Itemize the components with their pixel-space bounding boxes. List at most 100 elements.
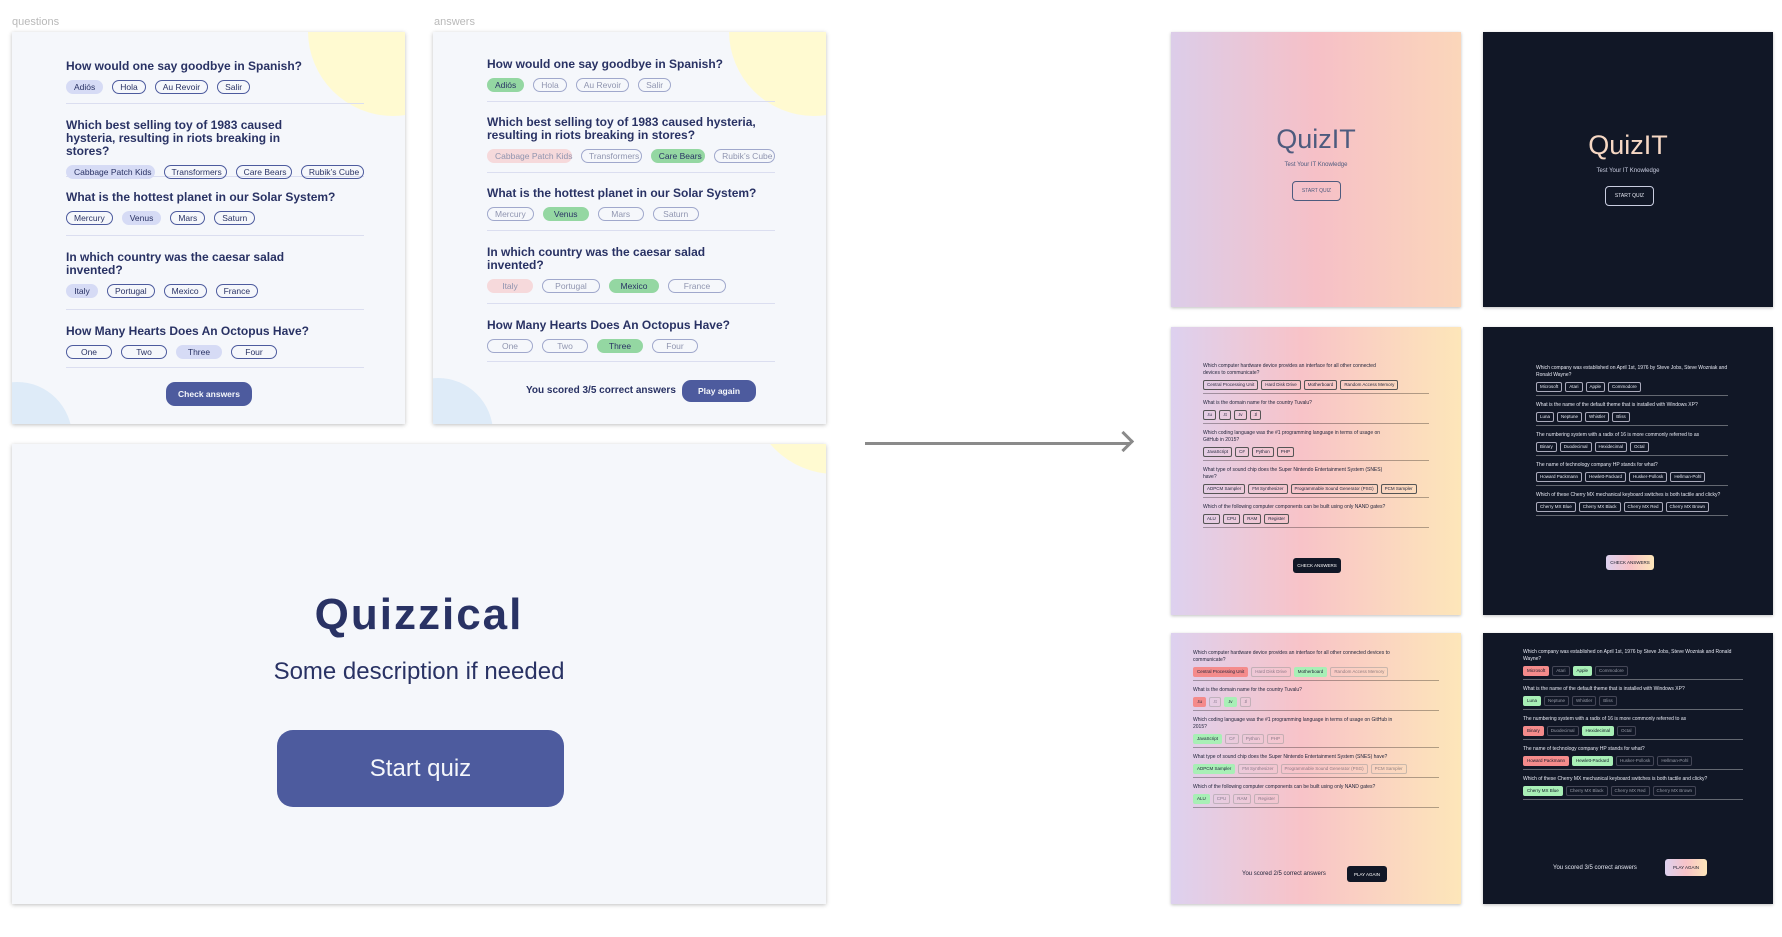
answer-option[interactable]: Husker-Pollosk: [1629, 472, 1668, 482]
answer-option: Duodecimal: [1546, 726, 1579, 736]
answer-option[interactable]: PCM Sampler: [1380, 484, 1417, 494]
answer-option[interactable]: Duodecimal: [1559, 442, 1592, 452]
answer-option[interactable]: Register: [1264, 514, 1290, 524]
answer-option[interactable]: .tl: [1249, 410, 1262, 420]
question-text: How Many Hearts Does An Octopus Have?: [487, 318, 730, 332]
question-item: Which of the following computer componen…: [1193, 784, 1439, 808]
play-again-button[interactable]: PLAY AGAIN: [1347, 866, 1387, 882]
answer-list: Which computer hardware device provides …: [1193, 650, 1439, 814]
answer-option[interactable]: .tv: [1233, 410, 1247, 420]
quizit-title: QuizIT: [1588, 130, 1668, 160]
play-again-button[interactable]: PLAY AGAIN: [1665, 859, 1707, 876]
answer-option-wrong: .tu: [1193, 697, 1207, 707]
answer-option[interactable]: Two: [121, 345, 167, 359]
answer-option[interactable]: Binary: [1536, 442, 1557, 452]
answer-option[interactable]: JavaScript: [1203, 447, 1233, 457]
question-text: The numbering system with a radix of 16 …: [1536, 432, 1700, 438]
answer-option[interactable]: ADPCM Sampler: [1203, 484, 1246, 494]
answer-option[interactable]: Apple: [1585, 382, 1606, 392]
answer-option-correct: Apple: [1572, 666, 1593, 676]
check-answers-button[interactable]: Check answers: [166, 382, 252, 406]
answer-option[interactable]: RAM: [1243, 514, 1262, 524]
start-quiz-button[interactable]: START QUIZ: [1605, 186, 1654, 206]
answer-option[interactable]: Three: [176, 345, 222, 359]
answer-option[interactable]: Atari: [1565, 382, 1583, 392]
answer-option: Cherry MX Red: [1610, 786, 1650, 796]
answer-option[interactable]: Transformers: [163, 165, 227, 179]
answer-option[interactable]: Cherry MX Brown: [1665, 502, 1710, 512]
question-text: Which best selling toy of 1983 caused hy…: [66, 118, 283, 158]
question-text: Which of these Cherry MX mechanical keyb…: [1536, 492, 1721, 498]
check-answers-button[interactable]: CHECK ANSWERS: [1606, 555, 1654, 570]
answer-option: Neptune: [1544, 696, 1570, 706]
answer-option[interactable]: Hola: [112, 80, 146, 94]
answer-option[interactable]: Au Revoir: [154, 80, 209, 94]
answer-option[interactable]: Howard Packmann: [1536, 472, 1583, 482]
answer-option-wrong: Microsoft: [1523, 666, 1550, 676]
answer-option[interactable]: Cherry MX Red: [1623, 502, 1663, 512]
answer-option[interactable]: Mercury: [66, 211, 113, 225]
answer-option[interactable]: Cabbage Patch Kids: [66, 165, 155, 179]
answer-option[interactable]: Microsoft: [1536, 382, 1563, 392]
answer-option[interactable]: Italy: [66, 284, 98, 298]
answer-option[interactable]: ALU: [1203, 514, 1220, 524]
answer-option[interactable]: Mexico: [163, 284, 207, 298]
answer-option[interactable]: Luna: [1536, 412, 1555, 422]
answer-option[interactable]: Portugal: [107, 284, 155, 298]
answer-option[interactable]: Neptune: [1557, 412, 1583, 422]
answer-option-correct: .tv: [1223, 697, 1237, 707]
question-text: Which computer hardware device provides …: [1193, 650, 1390, 663]
answer-option: Hard Disk Drive: [1251, 667, 1291, 677]
answer-option[interactable]: One: [66, 345, 112, 359]
question-item: What type of sound chip does the Super N…: [1193, 754, 1439, 778]
answer-option[interactable]: Programmable Sound Generator (PSG): [1290, 484, 1378, 494]
answer-option[interactable]: Central Processing Unit: [1203, 380, 1259, 390]
answer-option[interactable]: Python: [1251, 447, 1274, 457]
question-text: Which best selling toy of 1983 caused hy…: [487, 115, 756, 142]
answer-option[interactable]: Hexidecimal: [1594, 442, 1628, 452]
answer-option[interactable]: Motherboard: [1303, 380, 1338, 390]
answer-option[interactable]: .tt: [1219, 410, 1231, 420]
check-answers-button[interactable]: CHECK ANSWERS: [1293, 558, 1341, 573]
answer-option[interactable]: Mars: [170, 211, 206, 225]
question-text: Which coding language was the #1 program…: [1193, 717, 1393, 730]
answer-option[interactable]: Care Bears: [235, 165, 292, 179]
answer-option[interactable]: Cherry MX Blue: [1536, 502, 1576, 512]
answer-option[interactable]: PHP: [1276, 447, 1295, 457]
question-item: The name of technology company HP stands…: [1536, 462, 1728, 486]
start-quiz-button[interactable]: START QUIZ: [1292, 181, 1341, 201]
answer-option[interactable]: Rubik’s Cube: [300, 165, 364, 179]
answer-option[interactable]: Four: [231, 345, 277, 359]
answer-option[interactable]: Hewlett-Packard: [1585, 472, 1627, 482]
answer-option[interactable]: CPU: [1222, 514, 1241, 524]
score-text: You scored 3/5 correct answers: [526, 385, 676, 396]
start-quiz-button[interactable]: Start quiz: [277, 730, 564, 807]
answer-option: Hellman-Pohl: [1657, 756, 1693, 766]
design-cover-light: QuizIT Test Your IT Knowledge START QUIZ: [1171, 32, 1461, 307]
question-item: What is the name of the default theme th…: [1536, 402, 1728, 426]
answer-option[interactable]: France: [215, 284, 259, 298]
answer-option[interactable]: Venus: [121, 211, 162, 225]
decor-blob-yellow: [750, 444, 826, 474]
play-again-button[interactable]: Play again: [682, 380, 756, 402]
answer-option[interactable]: Octal: [1630, 442, 1649, 452]
answer-option[interactable]: Whistler: [1585, 412, 1610, 422]
flow-arrow-line: [865, 442, 1131, 445]
answer-option[interactable]: Hard Disk Drive: [1261, 380, 1301, 390]
answer-option[interactable]: Cherry MX Black: [1578, 502, 1621, 512]
answer-option[interactable]: Hellman-Pohl: [1670, 472, 1706, 482]
answer-option: France: [668, 279, 726, 293]
answer-option[interactable]: Salir: [217, 80, 251, 94]
answer-option: Atari: [1552, 666, 1570, 676]
answer-option[interactable]: FM Synthesizer: [1248, 484, 1288, 494]
answer-option[interactable]: Saturn: [214, 211, 256, 225]
answer-option[interactable]: C#: [1235, 447, 1249, 457]
answer-option[interactable]: Commodore: [1608, 382, 1641, 392]
score-text: You scored 3/5 correct answers: [1553, 865, 1637, 871]
answer-option: CPU: [1212, 794, 1231, 804]
answer-option[interactable]: Random Access Memory: [1340, 380, 1399, 390]
answer-option[interactable]: Adiós: [66, 80, 104, 94]
answer-option[interactable]: Bliss: [1612, 412, 1630, 422]
question-text: What type of sound chip does the Super N…: [1203, 467, 1383, 480]
answer-option[interactable]: .tu: [1203, 410, 1217, 420]
